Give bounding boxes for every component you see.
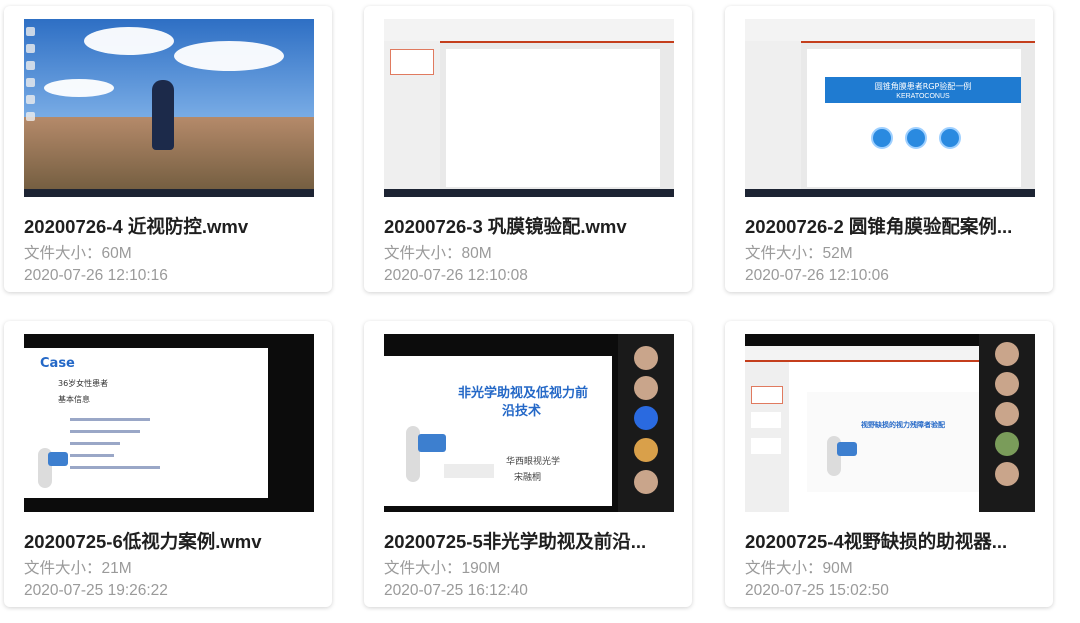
- file-size: 文件大小：52M: [745, 245, 853, 262]
- video-title[interactable]: 20200726-3 巩膜镜验配.wmv: [384, 213, 684, 239]
- video-card[interactable]: Case 36岁女性患者 基本信息 20200725-6低视力案例.wmv 文件…: [4, 321, 332, 607]
- slide-title: 圆锥角膜患者RGP验配一例: [874, 82, 972, 91]
- file-size: 文件大小：80M: [384, 245, 492, 262]
- video-title[interactable]: 20200725-6低视力案例.wmv: [24, 528, 324, 554]
- slide-title: 沿技术: [502, 404, 542, 419]
- upload-date: 2020-07-25 19:26:22: [24, 582, 168, 599]
- video-thumbnail[interactable]: Case 36岁女性患者 基本信息: [24, 334, 314, 512]
- video-card[interactable]: 圆锥角膜患者RGP验配一例 KERATOCONUS 20200726-2 圆锥角…: [725, 6, 1053, 292]
- slide-title: 视野缺损的视力残障者验配: [861, 421, 945, 429]
- video-title[interactable]: 20200725-4视野缺损的助视器...: [745, 528, 1045, 554]
- video-title[interactable]: 20200725-5非光学助视及前沿...: [384, 528, 684, 554]
- upload-date: 2020-07-25 16:12:40: [384, 582, 528, 599]
- upload-date: 2020-07-26 12:10:06: [745, 267, 889, 284]
- upload-date: 2020-07-26 12:10:16: [24, 267, 168, 284]
- video-title[interactable]: 20200726-2 圆锥角膜验配案例...: [745, 213, 1045, 239]
- file-size: 文件大小：21M: [24, 560, 132, 577]
- slide-line: 基本信息: [58, 395, 90, 404]
- file-size: 文件大小：60M: [24, 245, 132, 262]
- slide-heading: Case: [40, 356, 75, 371]
- video-title[interactable]: 20200726-4 近视防控.wmv: [24, 213, 324, 239]
- file-size: 文件大小：190M: [384, 560, 501, 577]
- file-size: 文件大小：90M: [745, 560, 853, 577]
- slide-org: 华西眼视光学: [506, 457, 561, 467]
- video-thumbnail[interactable]: 非光学助视及低视力前 沿技术 华西眼视光学 宋融桐: [384, 334, 674, 512]
- slide-line: 36岁女性患者: [58, 379, 109, 388]
- upload-date: 2020-07-26 12:10:08: [384, 267, 528, 284]
- slide-title: 非光学助视及低视力前: [458, 386, 589, 401]
- video-thumbnail[interactable]: 视野缺损的视力残障者验配: [745, 334, 1035, 512]
- video-thumbnail[interactable]: [24, 19, 314, 197]
- video-thumbnail[interactable]: [384, 19, 674, 197]
- video-card[interactable]: 视野缺损的视力残障者验配 20200725-4视野缺损的助视器... 文件大小：…: [725, 321, 1053, 607]
- video-card[interactable]: 非光学助视及低视力前 沿技术 华西眼视光学 宋融桐 20200725-5非光学助…: [364, 321, 692, 607]
- video-card[interactable]: 20200726-4 近视防控.wmv 文件大小：60M 2020-07-26 …: [4, 6, 332, 292]
- video-thumbnail[interactable]: 圆锥角膜患者RGP验配一例 KERATOCONUS: [745, 19, 1035, 197]
- video-card[interactable]: 20200726-3 巩膜镜验配.wmv 文件大小：80M 2020-07-26…: [364, 6, 692, 292]
- slide-author: 宋融桐: [514, 473, 542, 483]
- upload-date: 2020-07-25 15:02:50: [745, 582, 889, 599]
- slide-subtitle: KERATOCONUS: [896, 93, 950, 100]
